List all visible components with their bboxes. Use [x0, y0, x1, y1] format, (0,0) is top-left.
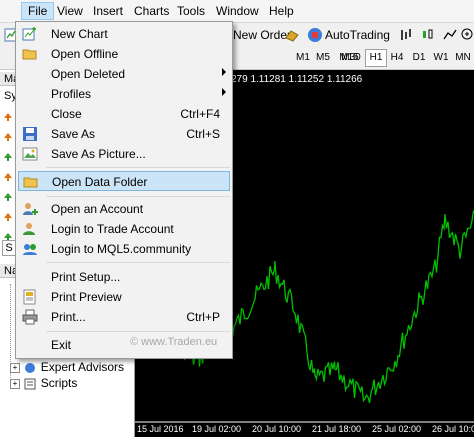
menu-separator	[46, 331, 230, 332]
menu-item-save-as-picture[interactable]: Save As Picture...	[18, 144, 230, 164]
tree-item-scripts[interactable]: + Scripts	[10, 376, 77, 390]
menu-item-print-setup[interactable]: Print Setup...	[18, 267, 230, 287]
timeframe-m5[interactable]: M5	[314, 50, 332, 66]
shortcut-label: Ctrl+S	[186, 127, 220, 141]
symbol-up-icon	[4, 113, 12, 121]
line-chart-icon[interactable]	[442, 27, 458, 43]
menu-window[interactable]: Window	[210, 3, 265, 19]
menu-separator	[46, 196, 230, 197]
symbol-up-icon	[4, 213, 12, 221]
gold-bars-icon[interactable]	[284, 27, 300, 43]
menu-charts[interactable]: Charts	[128, 3, 175, 19]
script-icon	[24, 378, 36, 390]
timeframe-m30[interactable]: M30	[339, 50, 363, 66]
menu-item-save-as[interactable]: Save As Ctrl+S	[18, 124, 230, 144]
menu-item-print-preview[interactable]: Print Preview	[18, 287, 230, 307]
watermark-text: © www.Traden.eu	[130, 336, 218, 348]
new-order-button[interactable]: New Order	[233, 27, 291, 43]
market-watch-list	[0, 106, 14, 256]
save-icon	[23, 127, 37, 141]
timeframe-h4[interactable]: H4	[388, 50, 406, 66]
new-chart-icon	[22, 27, 36, 41]
market-watch-tab[interactable]: S	[2, 240, 16, 256]
menu-separator	[46, 167, 230, 168]
folder-icon	[23, 177, 38, 188]
x-tick-label: 15 Jul 2016	[137, 424, 184, 434]
submenu-arrow-icon	[222, 68, 226, 76]
x-tick-label: 25 Jul 02:00	[372, 424, 422, 434]
candlesticks-icon[interactable]	[420, 27, 436, 43]
menu-item-open-offline[interactable]: Open Offline	[18, 44, 230, 64]
menu-bar: File View Insert Charts Tools Window Hel…	[0, 0, 474, 23]
expand-icon[interactable]: +	[10, 362, 20, 373]
menu-insert[interactable]: Insert	[87, 3, 129, 19]
expand-icon[interactable]: +	[10, 378, 20, 389]
shortcut-label: Ctrl+F4	[180, 107, 220, 121]
printer-icon	[22, 309, 38, 325]
menu-item-login-trade-account[interactable]: Login to Trade Account	[18, 219, 230, 239]
menu-item-profiles[interactable]: Profiles	[18, 84, 230, 104]
mql5-icon	[23, 244, 37, 255]
symbol-up-icon	[4, 193, 12, 201]
zoom-in-icon[interactable]	[460, 27, 474, 43]
menu-file[interactable]: File	[21, 2, 55, 20]
menu-separator	[46, 262, 230, 263]
submenu-arrow-icon	[222, 88, 226, 96]
menu-item-open-data-folder[interactable]: Open Data Folder	[18, 171, 230, 191]
menu-item-open-deleted[interactable]: Open Deleted	[18, 64, 230, 84]
menu-item-close[interactable]: Close Ctrl+F4	[18, 104, 230, 124]
x-tick-label: 19 Jul 02:00	[192, 424, 242, 434]
picture-icon	[22, 147, 38, 161]
timeframe-mn[interactable]: MN	[452, 50, 474, 66]
folder-icon	[22, 49, 37, 60]
timeframe-w1[interactable]: W1	[432, 50, 450, 66]
x-tick-label: 26 Jul 10:00	[432, 424, 474, 434]
shortcut-label: Ctrl+P	[186, 310, 220, 324]
timeframe-h1[interactable]: H1	[365, 49, 387, 67]
menu-item-open-account[interactable]: Open an Account	[18, 199, 230, 219]
user-icon	[23, 223, 35, 235]
chart-time-axis: 15 Jul 2016 19 Jul 02:00 20 Jul 10:00 21…	[135, 424, 474, 437]
autotrading-icon	[308, 28, 322, 42]
symbol-up-icon	[4, 173, 12, 181]
menu-item-login-mql5[interactable]: Login to MQL5.community	[18, 239, 230, 259]
tree-item-expert-advisors[interactable]: + Expert Advisors	[10, 360, 124, 374]
autotrading-button[interactable]: AutoTrading	[325, 27, 390, 43]
menu-help[interactable]: Help	[263, 3, 300, 19]
user-add-icon	[23, 203, 38, 215]
timeframe-m1[interactable]: M1	[294, 50, 312, 66]
x-tick-label: 20 Jul 10:00	[252, 424, 302, 434]
menu-item-new-chart[interactable]: New Chart	[18, 24, 230, 44]
menu-item-print[interactable]: Print... Ctrl+P	[18, 307, 230, 327]
expert-advisor-icon	[25, 362, 36, 373]
x-tick-label: 21 Jul 18:00	[312, 424, 362, 434]
print-preview-icon	[23, 289, 36, 305]
chart-bars-icon[interactable]	[398, 27, 414, 43]
menu-tools[interactable]: Tools	[171, 3, 211, 19]
file-menu-dropdown: New Chart Open Offline Open Deleted Prof…	[15, 21, 233, 359]
symbol-up-icon	[4, 153, 12, 161]
menu-view[interactable]: View	[51, 3, 89, 19]
symbol-up-icon	[4, 133, 12, 141]
timeframe-d1[interactable]: D1	[410, 50, 428, 66]
